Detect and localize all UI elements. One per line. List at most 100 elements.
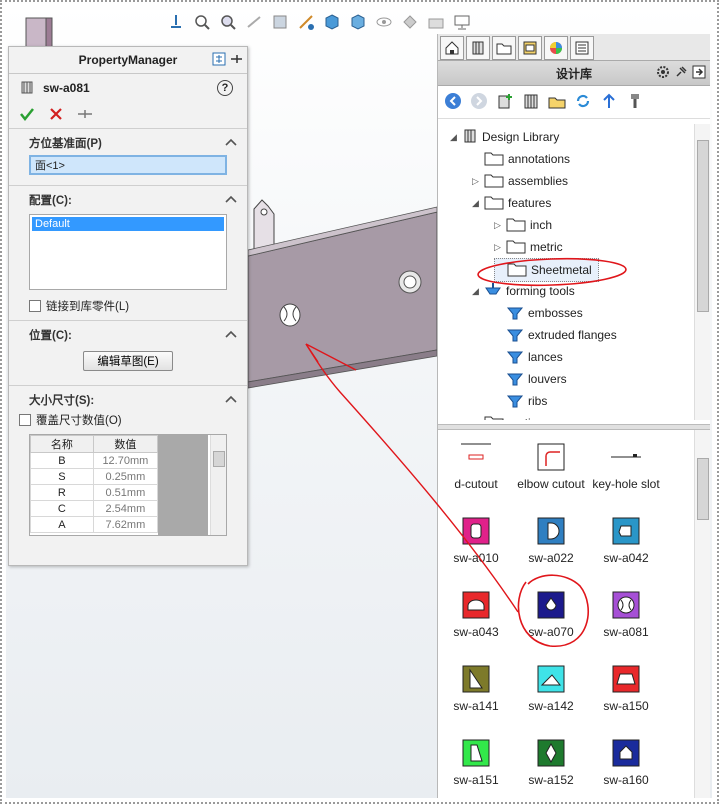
dim-name: A	[30, 516, 94, 533]
tab-file-explorer-icon[interactable]	[492, 36, 516, 60]
tab-custom-properties-icon[interactable]	[570, 36, 594, 60]
forming-tool-icon	[506, 326, 524, 345]
dim-name: C	[30, 500, 94, 517]
table-row[interactable]: R 0.51mm	[30, 484, 159, 501]
link-library-part-checkbox[interactable]	[29, 300, 41, 312]
tab-home-icon[interactable]	[440, 36, 464, 60]
table-row[interactable]: S 0.25mm	[30, 468, 159, 485]
edit-sketch-button[interactable]: 编辑草图(E)	[83, 351, 173, 371]
design-library-header: 设计库	[438, 60, 710, 86]
gallery-item-sw-a141[interactable]: sw-a141	[440, 664, 512, 714]
tree-item-label: metric	[530, 240, 563, 254]
gallery-item-key-hole-slot[interactable]: key-hole slot	[590, 442, 662, 492]
collapse-chevron-icon[interactable]	[225, 394, 237, 406]
tree-item-extruded-flanges[interactable]: extruded flanges	[494, 324, 617, 346]
pin-icon[interactable]	[674, 65, 688, 82]
collapse-chevron-icon[interactable]	[225, 194, 237, 206]
tree-item-sheetmetal[interactable]: Sheetmetal	[494, 258, 599, 282]
gallery-item-sw-a160[interactable]: sw-a160	[590, 738, 662, 788]
collapse-chevron-icon[interactable]	[225, 329, 237, 341]
table-row[interactable]: A 7.62mm	[30, 516, 159, 533]
tree-item-motion[interactable]: ▷motion	[472, 412, 544, 420]
tab-view-palette-icon[interactable]	[518, 36, 542, 60]
dim-name: B	[30, 452, 94, 469]
feature-name: sw-a081	[43, 81, 90, 95]
add-file-location-icon[interactable]	[522, 92, 540, 113]
tree-item-annotations[interactable]: annotations	[472, 148, 570, 170]
configuration-list[interactable]: Default	[29, 214, 227, 290]
gallery-scrollbar[interactable]	[694, 430, 710, 798]
override-dimensions-checkbox[interactable]	[19, 414, 31, 426]
orientation-section-title: 方位基准面(P)	[29, 138, 102, 150]
tree-item-inch[interactable]: ▷ inch	[494, 214, 552, 236]
configuration-item-default[interactable]: Default	[32, 217, 224, 231]
dimension-table[interactable]: 名称 数值 B 12.70mm S 0.25mm R 0.51mm C 2.54mm A…	[29, 434, 227, 536]
library-feature-icon	[19, 79, 35, 98]
orientation-face-field[interactable]: 面<1>	[29, 155, 227, 175]
gallery-item-sw-a070[interactable]: sw-a070	[515, 590, 587, 640]
collapse-pane-icon[interactable]	[692, 65, 706, 82]
gallery-item-sw-a042[interactable]: sw-a042	[590, 516, 662, 566]
gallery-item-sw-a010[interactable]: sw-a010	[440, 516, 512, 566]
tab-design-library-icon[interactable]	[466, 36, 490, 60]
help-icon[interactable]: ?	[217, 80, 233, 96]
expand-icon[interactable]	[212, 52, 226, 69]
tree-item-label: extruded flanges	[528, 328, 617, 342]
gallery-item-label: elbow cutout	[517, 477, 585, 491]
gear-icon[interactable]	[656, 65, 670, 82]
design-library-tree: ◢ Design Library annotations ▷ assemblies …	[438, 124, 710, 420]
tree-item-design-library[interactable]: ◢ Design Library	[450, 126, 559, 148]
tree-item-forming-tools[interactable]: ◢ forming tools	[472, 280, 575, 302]
tree-item-assemblies[interactable]: ▷ assemblies	[472, 170, 568, 192]
property-manager-panel: PropertyManager sw-a081 ? 方位基准面(P) 面<1> …	[8, 46, 248, 566]
gallery-item-label: sw-a070	[528, 625, 574, 639]
gallery-item-label: sw-a150	[603, 699, 649, 713]
tree-item-lances[interactable]: lances	[494, 346, 563, 368]
sw-a043-icon	[461, 590, 491, 620]
gallery-item-sw-a142[interactable]: sw-a142	[515, 664, 587, 714]
d-cutout-icon	[461, 442, 491, 472]
dim-value[interactable]: 2.54mm	[92, 500, 159, 517]
table-scrollbar[interactable]	[210, 435, 226, 535]
tree-item-ribs[interactable]: ribs	[494, 390, 547, 412]
position-section: 位置(C): 编辑草图(E)	[9, 321, 247, 386]
add-to-library-icon[interactable]	[496, 92, 514, 113]
gallery-item-sw-a152[interactable]: sw-a152	[515, 738, 587, 788]
tab-appearances-icon[interactable]	[544, 36, 568, 60]
override-dimensions-row[interactable]: 覆盖尺寸数值(O)	[9, 412, 247, 428]
task-pane-tabs	[438, 34, 710, 60]
gallery-item-sw-a151[interactable]: sw-a151	[440, 738, 512, 788]
cancel-x-icon[interactable]	[49, 107, 63, 124]
elbow-cutout-icon	[536, 442, 566, 472]
pin-icon[interactable]	[229, 52, 243, 69]
toolbox-icon[interactable]	[626, 92, 644, 113]
back-arrow-icon[interactable]	[444, 92, 462, 113]
gallery-item-sw-a043[interactable]: sw-a043	[440, 590, 512, 640]
table-row[interactable]: B 12.70mm	[30, 452, 159, 469]
gallery-item-sw-a150[interactable]: sw-a150	[590, 664, 662, 714]
gallery-item-sw-a081[interactable]: sw-a081	[590, 590, 662, 640]
create-folder-icon[interactable]	[548, 92, 566, 113]
dim-value[interactable]: 7.62mm	[92, 516, 159, 533]
dim-value[interactable]: 0.51mm	[92, 484, 159, 501]
dim-value[interactable]: 12.70mm	[92, 452, 159, 469]
up-arrow-icon[interactable]	[600, 92, 618, 113]
tree-item-embosses[interactable]: embosses	[494, 302, 583, 324]
collapse-chevron-icon[interactable]	[225, 137, 237, 149]
sw-a152-icon	[536, 738, 566, 768]
tree-item-metric[interactable]: ▷ metric	[494, 236, 563, 258]
tree-item-louvers[interactable]: louvers	[494, 368, 567, 390]
tree-item-features[interactable]: ◢ features	[472, 192, 551, 214]
link-library-part-row[interactable]: 链接到库零件(L)	[9, 298, 247, 314]
gallery-item-sw-a022[interactable]: sw-a022	[515, 516, 587, 566]
forward-arrow-icon[interactable]	[470, 92, 488, 113]
gallery-item-d-cutout[interactable]: d-cutout	[440, 442, 512, 492]
gallery-item-elbow-cutout[interactable]: elbow cutout	[515, 442, 587, 492]
dim-value[interactable]: 0.25mm	[92, 468, 159, 485]
table-row[interactable]: C 2.54mm	[30, 500, 159, 517]
tree-scrollbar[interactable]	[694, 124, 710, 420]
tree-item-label: features	[508, 196, 552, 210]
ok-check-icon[interactable]	[19, 106, 35, 125]
keep-visible-pin-icon[interactable]	[77, 107, 93, 124]
refresh-icon[interactable]	[574, 92, 592, 113]
